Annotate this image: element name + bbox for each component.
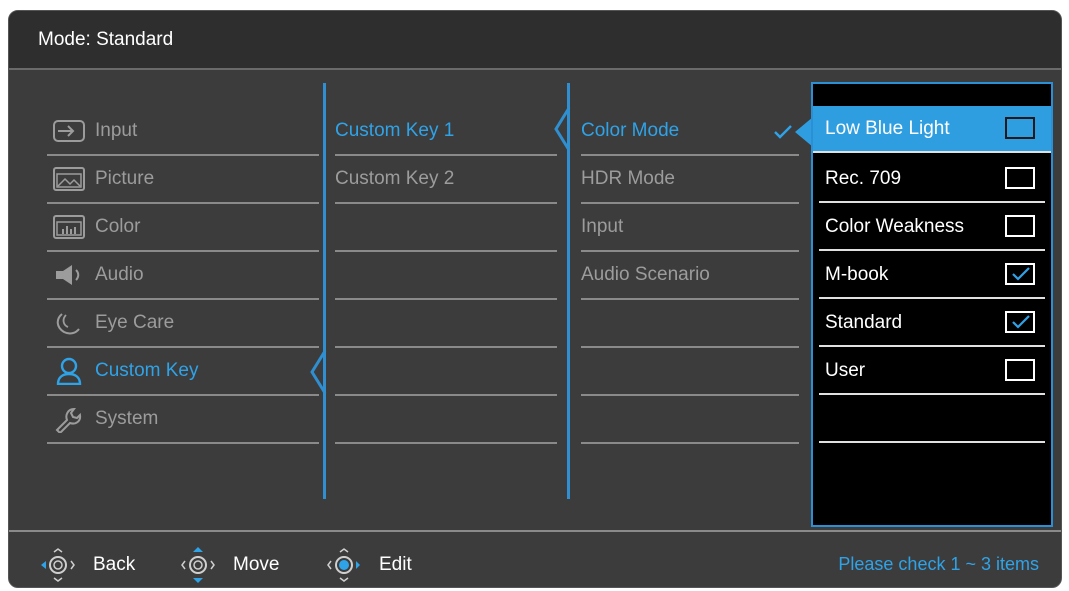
submenu-empty-row <box>335 252 557 300</box>
option-label: Standard <box>825 311 903 333</box>
user-icon <box>51 357 87 385</box>
pointer-arrow-icon <box>795 117 813 147</box>
option-label: Rec. 709 <box>825 167 902 189</box>
joystick-press-icon <box>327 548 360 582</box>
option-label: M-book <box>825 263 889 285</box>
submenu-item-custom-key-2[interactable]: Custom Key 2 <box>335 156 557 204</box>
function-item-label: Input <box>581 216 624 237</box>
chevron-left-icon <box>310 350 327 394</box>
option-label: User <box>825 359 866 381</box>
edit-button[interactable]: Edit <box>319 546 412 584</box>
option-checkbox[interactable] <box>1005 117 1035 139</box>
checkmark-icon <box>774 125 792 139</box>
menu-item-eye-care[interactable]: Eye Care <box>47 300 319 348</box>
option-label: Color Weakness <box>825 215 965 237</box>
submenu-item-label: Custom Key 2 <box>335 168 455 189</box>
option-checkbox[interactable] <box>1005 359 1035 381</box>
menu-item-label: Custom Key <box>95 360 199 381</box>
menu-item-custom-key[interactable]: Custom Key <box>47 348 319 396</box>
function-empty-row <box>581 396 799 444</box>
menu-item-label: Color <box>95 216 141 237</box>
submenu-empty-row <box>335 204 557 252</box>
option-rec-709[interactable]: Rec. 709 <box>819 156 1045 203</box>
function-item-color-mode[interactable]: Color Mode <box>581 108 799 156</box>
move-label: Move <box>233 554 280 575</box>
osd-header: Mode: Standard <box>9 11 1061 70</box>
submenu-empty-row <box>335 396 557 444</box>
submenu-empty-row <box>335 348 557 396</box>
joystick-updown-icon <box>181 547 215 583</box>
menu-item-input[interactable]: Input <box>47 108 319 156</box>
option-checkbox[interactable] <box>1005 215 1035 237</box>
wrench-icon <box>51 406 87 433</box>
color-icon <box>51 214 87 240</box>
option-low-blue-light[interactable]: Low Blue Light <box>813 106 1051 153</box>
submenu-item-custom-key-1[interactable]: Custom Key 1 <box>335 108 557 156</box>
osd-window: Mode: Standard Input Picture Color Audio… <box>8 10 1062 588</box>
menu-item-label: System <box>95 408 159 429</box>
selection-hint: Please check 1 ~ 3 items <box>838 554 1039 574</box>
checkmark-icon <box>1012 267 1030 281</box>
function-item-label: HDR Mode <box>581 168 675 189</box>
input-icon <box>51 118 87 144</box>
function-item-input[interactable]: Input <box>581 204 799 252</box>
checkmark-icon <box>1012 315 1030 329</box>
speaker-icon <box>51 262 87 288</box>
menu-item-audio[interactable]: Audio <box>47 252 319 300</box>
edit-label: Edit <box>379 554 412 575</box>
option-label: Low Blue Light <box>825 117 950 139</box>
option-empty-row <box>819 444 1045 491</box>
chevron-left-icon <box>554 107 571 151</box>
menu-item-system[interactable]: System <box>47 396 319 444</box>
menu-item-color[interactable]: Color <box>47 204 319 252</box>
function-item-hdr-mode[interactable]: HDR Mode <box>581 156 799 204</box>
function-item-label: Color Mode <box>581 120 680 141</box>
menu-item-picture[interactable]: Picture <box>47 156 319 204</box>
option-color-weakness[interactable]: Color Weakness <box>819 204 1045 251</box>
function-empty-row <box>581 348 799 396</box>
eye-care-icon <box>51 310 87 336</box>
function-empty-row <box>581 300 799 348</box>
option-m-book[interactable]: M-book <box>819 252 1045 299</box>
submenu-item-label: Custom Key 1 <box>335 120 455 141</box>
joystick-left-icon <box>41 548 75 582</box>
osd-footer: Back Move Edit Please check 1 ~ 3 items <box>9 530 1061 587</box>
picture-icon <box>51 166 87 192</box>
options-panel: Low Blue Light Rec. 709 Color Weakness M… <box>811 82 1053 527</box>
function-item-label: Audio Scenario <box>581 264 710 285</box>
option-checkbox[interactable] <box>1005 167 1035 189</box>
option-checkbox-checked[interactable] <box>1005 263 1035 285</box>
option-user[interactable]: User <box>819 348 1045 395</box>
menu-item-label: Input <box>95 120 138 141</box>
column-divider <box>323 83 326 499</box>
move-button[interactable]: Move <box>173 546 279 584</box>
mode-title: Mode: Standard <box>38 29 174 50</box>
menu-item-label: Eye Care <box>95 312 175 333</box>
back-label: Back <box>93 554 136 575</box>
option-standard[interactable]: Standard <box>819 300 1045 347</box>
option-checkbox-checked[interactable] <box>1005 311 1035 333</box>
option-empty-row <box>819 396 1045 443</box>
menu-item-label: Audio <box>95 264 144 285</box>
back-button[interactable]: Back <box>33 546 135 584</box>
menu-item-label: Picture <box>95 168 155 189</box>
submenu-empty-row <box>335 300 557 348</box>
function-item-audio-scenario[interactable]: Audio Scenario <box>581 252 799 300</box>
